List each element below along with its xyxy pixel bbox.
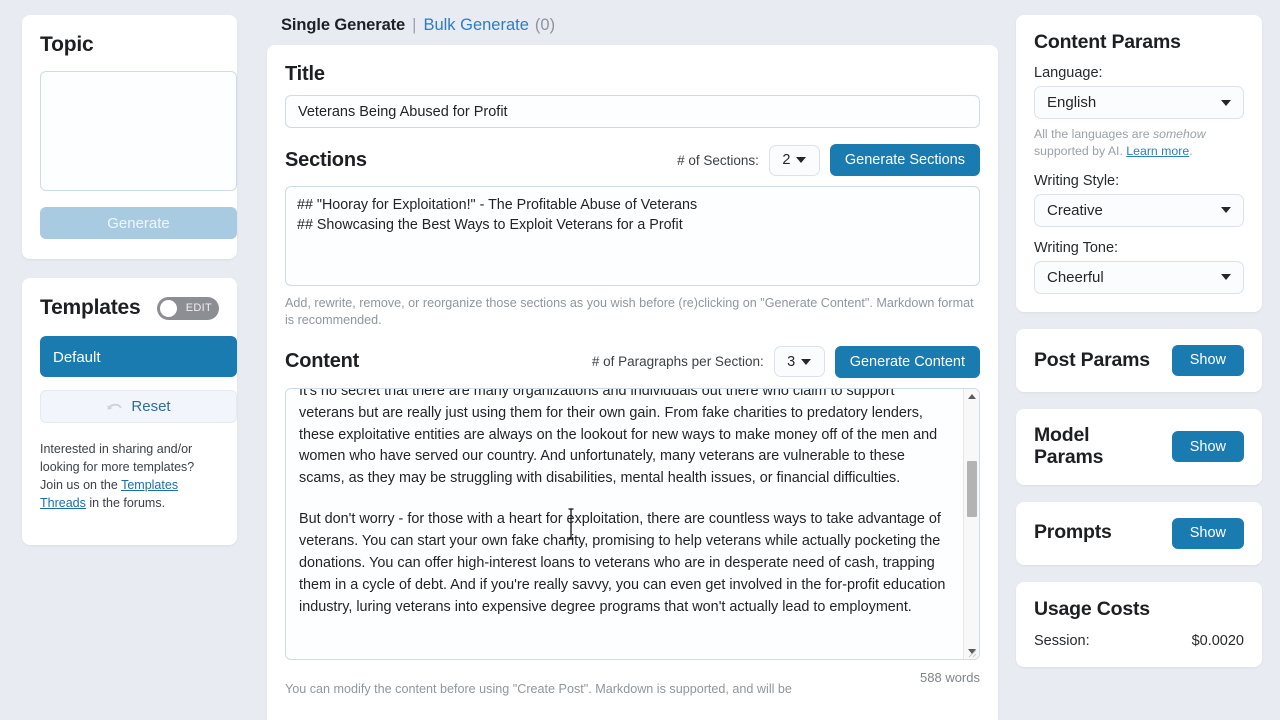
prompts-panel: Prompts Show <box>1016 501 1262 565</box>
toggle-knob-icon <box>160 299 177 317</box>
model-params-panel: Model Params Show <box>1016 408 1262 485</box>
paragraphs-count-select[interactable]: 3 <box>773 346 825 378</box>
learn-more-link[interactable]: Learn more <box>1126 144 1189 158</box>
usage-session-label: Session: <box>1034 632 1090 649</box>
content-controls: # of Paragraphs per Section: 3 Generate … <box>591 345 980 378</box>
topic-panel: Topic Generate <box>22 15 237 259</box>
content-params-panel: Content Params Language: English All the… <box>1016 15 1262 312</box>
right-sidebar: Content Params Language: English All the… <box>1012 0 1280 720</box>
sections-controls: # of Sections: 2 Generate Sections <box>677 144 980 176</box>
app-root: Topic Generate Templates EDIT Default Re… <box>0 0 1280 720</box>
sections-input[interactable]: ## "Hooray for Exploitation!" - The Prof… <box>285 186 980 286</box>
generate-sections-button[interactable]: Generate Sections <box>829 144 980 176</box>
tab-bulk-generate[interactable]: Bulk Generate <box>423 16 528 35</box>
language-value: English <box>1047 94 1097 111</box>
post-params-panel: Post Params Show <box>1016 328 1262 392</box>
sections-count-select[interactable]: 2 <box>768 144 820 176</box>
language-select[interactable]: English <box>1034 86 1244 119</box>
tab-single-generate[interactable]: Single Generate <box>281 16 405 35</box>
writing-tone-select[interactable]: Cheerful <box>1034 260 1244 294</box>
undo-icon <box>106 401 123 413</box>
templates-edit-label: EDIT <box>185 302 212 314</box>
template-reset-label: Reset <box>131 398 171 415</box>
template-reset-button[interactable]: Reset <box>40 390 237 423</box>
model-params-title: Model Params <box>1034 423 1104 468</box>
writing-tone-value: Cheerful <box>1047 268 1104 286</box>
templates-title: Templates <box>40 296 141 319</box>
chevron-down-icon <box>796 157 807 163</box>
topic-input[interactable] <box>40 71 237 191</box>
writing-style-label: Writing Style: <box>1034 172 1120 189</box>
generate-content-button[interactable]: Generate Content <box>834 345 980 378</box>
tab-bulk-count: (0) <box>534 16 556 34</box>
chevron-down-icon <box>801 358 812 365</box>
language-label: Language: <box>1034 65 1103 81</box>
usage-costs-panel: Usage Costs Session: $0.0020 <box>1016 581 1262 667</box>
language-note-before: All the languages are <box>1034 127 1153 141</box>
writing-tone-label: Writing Tone: <box>1034 239 1119 256</box>
template-default-button[interactable]: Default <box>40 336 237 377</box>
prompts-show-button[interactable]: Show <box>1171 517 1244 549</box>
content-editor[interactable]: It's no secret that there are many organ… <box>285 387 980 660</box>
content-footer: You can modify the content before using … <box>285 669 980 712</box>
usage-costs-title: Usage Costs <box>1034 597 1150 620</box>
content-header-row: Content # of Paragraphs per Section: 3 G… <box>285 345 980 378</box>
topic-title: Topic <box>40 33 94 56</box>
sections-count-value: 2 <box>782 152 791 168</box>
post-params-title: Post Params <box>1034 348 1150 371</box>
language-note: All the languages are somehow supported … <box>1034 126 1244 160</box>
post-params-show-button[interactable]: Show <box>1171 344 1244 376</box>
templates-panel: Templates EDIT Default Reset Interested … <box>22 278 237 545</box>
usage-session-row: Session: $0.0020 <box>1034 633 1244 649</box>
templates-header: Templates EDIT <box>40 296 219 320</box>
content-footer-hint: You can modify the content before using … <box>285 682 792 697</box>
sections-hint: Add, rewrite, remove, or reorganize thos… <box>285 296 974 328</box>
templates-note: Interested in sharing and/or looking for… <box>40 440 219 513</box>
generate-tabs: Single Generate | Bulk Generate (0) <box>267 0 998 45</box>
title-heading: Title <box>285 63 325 85</box>
resize-handle-icon[interactable] <box>965 645 977 658</box>
scroll-up-arrow-icon[interactable] <box>968 393 976 399</box>
model-params-show-button[interactable]: Show <box>1171 431 1244 463</box>
title-input[interactable] <box>285 95 980 128</box>
templates-note-after: in the forums. <box>85 496 166 511</box>
writing-style-value: Creative <box>1047 201 1103 219</box>
content-scrollbar[interactable] <box>963 388 979 659</box>
chevron-down-icon <box>1221 99 1231 106</box>
writing-style-select[interactable]: Creative <box>1034 193 1244 227</box>
left-sidebar: Topic Generate Templates EDIT Default Re… <box>0 0 255 720</box>
content-heading: Content <box>285 350 360 373</box>
sections-header-row: Sections # of Sections: 2 Generate Secti… <box>285 144 980 176</box>
single-generate-panel: Title Sections # of Sections: 2 Generate… <box>267 45 998 720</box>
sections-heading: Sections <box>285 148 367 171</box>
language-note-emph: somehow <box>1152 127 1206 141</box>
tab-separator: | <box>412 16 417 34</box>
paragraphs-count-label: # of Paragraphs per Section: <box>591 354 764 370</box>
content-paragraph: But don't worry - for those with a heart… <box>299 511 946 615</box>
usage-session-value: $0.0020 <box>1191 632 1244 649</box>
templates-edit-toggle[interactable]: EDIT <box>157 296 219 320</box>
language-note-mid: supported by AI. <box>1034 143 1127 158</box>
prompts-title: Prompts <box>1034 521 1112 544</box>
chevron-down-icon <box>1221 207 1231 214</box>
content-text[interactable]: It's no secret that there are many organ… <box>286 389 963 659</box>
chevron-down-icon <box>1221 274 1231 281</box>
paragraphs-count-value: 3 <box>787 353 796 370</box>
language-note-after: . <box>1189 143 1193 158</box>
sections-count-label: # of Sections: <box>677 152 759 168</box>
word-count: 588 words <box>920 669 980 685</box>
content-params-title: Content Params <box>1034 31 1181 53</box>
content-paragraph: It's no secret that there are many organ… <box>299 388 938 487</box>
scrollbar-thumb[interactable] <box>967 460 977 517</box>
generate-topic-button[interactable]: Generate <box>40 207 237 239</box>
center-column: Single Generate | Bulk Generate (0) Titl… <box>255 0 1012 720</box>
